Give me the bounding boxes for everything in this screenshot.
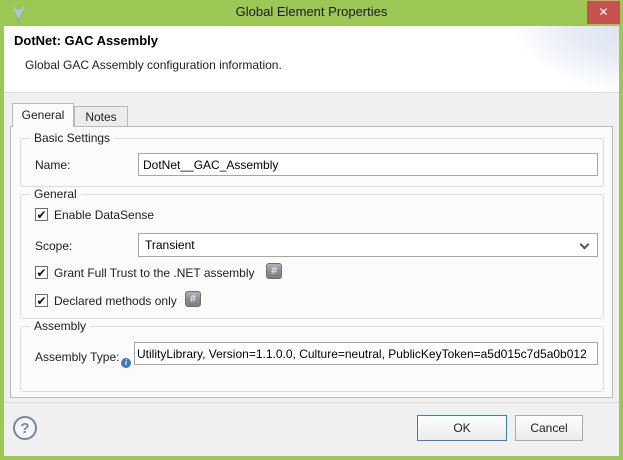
scope-label: Scope: bbox=[35, 239, 72, 253]
assembly-legend: Assembly bbox=[30, 319, 90, 333]
basic-settings-group: Basic Settings Name: bbox=[20, 138, 604, 187]
name-label: Name: bbox=[35, 158, 70, 172]
assembly-type-input[interactable] bbox=[134, 342, 598, 365]
expression-hash-icon[interactable]: # bbox=[266, 263, 282, 279]
enable-datasense-label: Enable DataSense bbox=[54, 208, 154, 222]
grant-full-trust-checkbox[interactable]: ✔ bbox=[35, 266, 48, 279]
info-icon: i bbox=[121, 358, 131, 368]
expression-hash-icon[interactable]: # bbox=[185, 291, 201, 307]
scope-selected-value: Transient bbox=[145, 238, 195, 252]
close-button[interactable]: ✕ bbox=[587, 1, 620, 24]
grant-full-trust-label: Grant Full Trust to the .NET assembly bbox=[54, 266, 255, 280]
button-bar: ? OK Cancel bbox=[4, 402, 619, 456]
enable-datasense-checkbox[interactable]: ✔ bbox=[35, 208, 48, 221]
name-input[interactable] bbox=[138, 153, 598, 176]
dialog-heading: DotNet: GAC Assembly bbox=[14, 33, 158, 48]
general-tab-panel: Basic Settings Name: General ✔ Enable Da… bbox=[10, 126, 613, 398]
dialog-client-area: DotNet: GAC Assembly Global GAC Assembly… bbox=[4, 26, 619, 456]
chevron-down-icon bbox=[580, 240, 590, 250]
help-button[interactable]: ? bbox=[13, 416, 37, 440]
dialog-subheading: Global GAC Assembly configuration inform… bbox=[25, 58, 282, 72]
global-element-properties-dialog: Global Element Properties ✕ DotNet: GAC … bbox=[0, 0, 623, 460]
tab-notes[interactable]: Notes bbox=[74, 106, 128, 127]
assembly-type-label: Assembly Type: bbox=[35, 350, 119, 364]
header-gradient-decoration bbox=[449, 26, 619, 93]
title-bar: Global Element Properties ✕ bbox=[0, 0, 623, 26]
ok-button[interactable]: OK bbox=[417, 415, 507, 441]
declared-methods-label: Declared methods only bbox=[54, 294, 177, 308]
declared-methods-checkbox[interactable]: ✔ bbox=[35, 294, 48, 307]
cancel-button[interactable]: Cancel bbox=[515, 415, 583, 441]
general-group: General ✔ Enable DataSense Scope: Transi… bbox=[20, 194, 604, 319]
dialog-header: DotNet: GAC Assembly Global GAC Assembly… bbox=[4, 26, 619, 93]
tab-general[interactable]: General bbox=[12, 103, 74, 127]
assembly-group: Assembly Assembly Type: i bbox=[20, 326, 604, 392]
basic-settings-legend: Basic Settings bbox=[30, 131, 114, 145]
window-title: Global Element Properties bbox=[0, 4, 623, 19]
scope-dropdown[interactable]: Transient bbox=[138, 233, 598, 257]
general-legend: General bbox=[30, 187, 81, 201]
